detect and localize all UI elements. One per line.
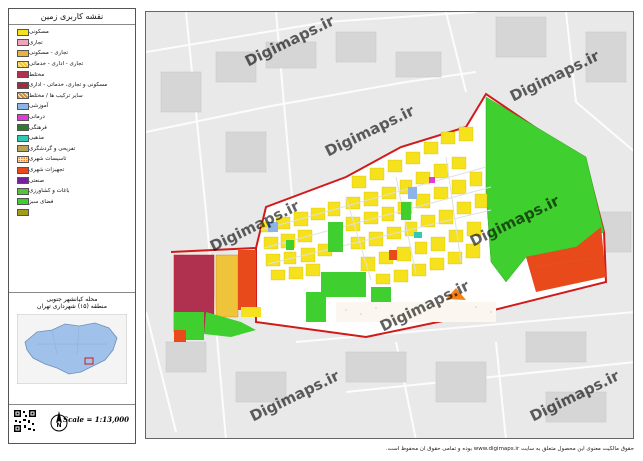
legend-swatch (17, 145, 29, 153)
district-name: منطقه (۱۵) شهرداری تهران (37, 303, 107, 310)
legend-label: تفریحی و گردشگری (29, 145, 76, 152)
legend-swatch (17, 39, 29, 47)
legend-label: آموزشی (29, 103, 49, 110)
legend-swatch (17, 60, 29, 68)
legend-item: فضای سبز (13, 197, 131, 208)
map-canvas[interactable]: Digimaps.ir Digimaps.ir Digimaps.ir Digi… (145, 11, 634, 439)
legend-item (13, 207, 131, 218)
legend-label: تجاری (29, 39, 43, 46)
scale-label: Scale = 1:13,000 (63, 415, 129, 424)
legend-label: فرهنگی (29, 124, 47, 131)
legend-swatch (17, 177, 29, 185)
legend-label: تجهیزات شهری (29, 167, 65, 174)
scale-block: N Scale = 1:13,000 (9, 404, 135, 443)
qr-code-icon (13, 409, 37, 433)
legend-swatch (17, 124, 29, 132)
legend-label: تاسیسات شهری (29, 156, 67, 163)
legend-label: مسکونی و تجاری، خدماتی - اداری (29, 82, 108, 89)
map-sheet: نقشه کاربری زمین مسکونی تجاری تجاری - مسکو… (0, 0, 643, 461)
legend-label: فضای سبز (29, 198, 54, 205)
legend-swatch (17, 155, 29, 163)
legend-item: مسکونی و تجاری، خدماتی - اداری (13, 80, 131, 91)
legend-item: فرهنگی (13, 122, 131, 133)
legend-label: باغات و کشاورزی (29, 188, 70, 195)
legend-swatch (17, 134, 29, 142)
legend-swatch (17, 71, 29, 79)
locator-inset-map (17, 314, 127, 384)
legend-swatch (17, 49, 29, 57)
legend-label: سایر ترکیب ها / مختلط (29, 92, 83, 99)
legend-swatch (17, 102, 29, 110)
legend-panel: نقشه کاربری زمین مسکونی تجاری تجاری - مسکو… (8, 8, 136, 444)
legend-item: تاسیسات شهری (13, 154, 131, 165)
education-parcel-2 (408, 187, 417, 199)
legend-swatch (17, 81, 29, 89)
legend-item: درمانی (13, 112, 131, 123)
legend-label: تجاری - مسکونی (29, 50, 69, 57)
legend-label: مسکونی (29, 29, 49, 36)
legend-item: صنعتی (13, 175, 131, 186)
legend-label: صنعتی (29, 177, 45, 184)
legend-item: تجاری - اداری - خدماتی (13, 59, 131, 70)
open-land (336, 302, 496, 322)
legend-swatch (17, 113, 29, 121)
legend-item: مسکونی (13, 27, 131, 38)
legend-swatch (17, 92, 29, 100)
legend-item: مذهبی (13, 133, 131, 144)
legend-item: تجهیزات شهری (13, 165, 131, 176)
legend-list: مسکونی تجاری تجاری - مسکونی تجاری - اداری -… (9, 25, 135, 220)
legend-item: آموزشی (13, 101, 131, 112)
religious-parcel (414, 232, 422, 238)
legend-swatch (17, 208, 29, 216)
legend-swatch (17, 187, 29, 195)
medical-parcel (429, 177, 435, 183)
utility-strip (389, 250, 397, 260)
legend-label: مذهبی (29, 135, 44, 142)
legend-item: باغات و کشاورزی (13, 186, 131, 197)
legend-swatch (17, 28, 29, 36)
legend-title: نقشه کاربری زمین (9, 9, 135, 25)
legend-item: سایر ترکیب ها / مختلط (13, 91, 131, 102)
legend-swatch (17, 198, 29, 206)
legend-label: مختلط (29, 71, 45, 78)
legend-label: درمانی (29, 114, 45, 121)
legend-item: تجاری (13, 38, 131, 49)
legend-swatch (17, 166, 29, 174)
copyright-footer: حقوق مالکیت معنوی این محصول متعلق به سای… (385, 446, 634, 452)
legend-label: تجاری - اداری - خدماتی (29, 61, 84, 68)
education-parcel-1 (268, 222, 278, 232)
legend-item: تجاری - مسکونی (13, 48, 131, 59)
legend-item: مختلط (13, 69, 131, 80)
legend-item: تفریحی و گردشگری (13, 144, 131, 155)
svg-text:N: N (56, 422, 61, 429)
neighborhood-name: محله کیانشهر جنوبی (46, 296, 98, 303)
land-use-map (146, 12, 633, 438)
locator-block: محله کیانشهر جنوبی منطقه (۱۵) شهرداری ته… (9, 292, 135, 384)
